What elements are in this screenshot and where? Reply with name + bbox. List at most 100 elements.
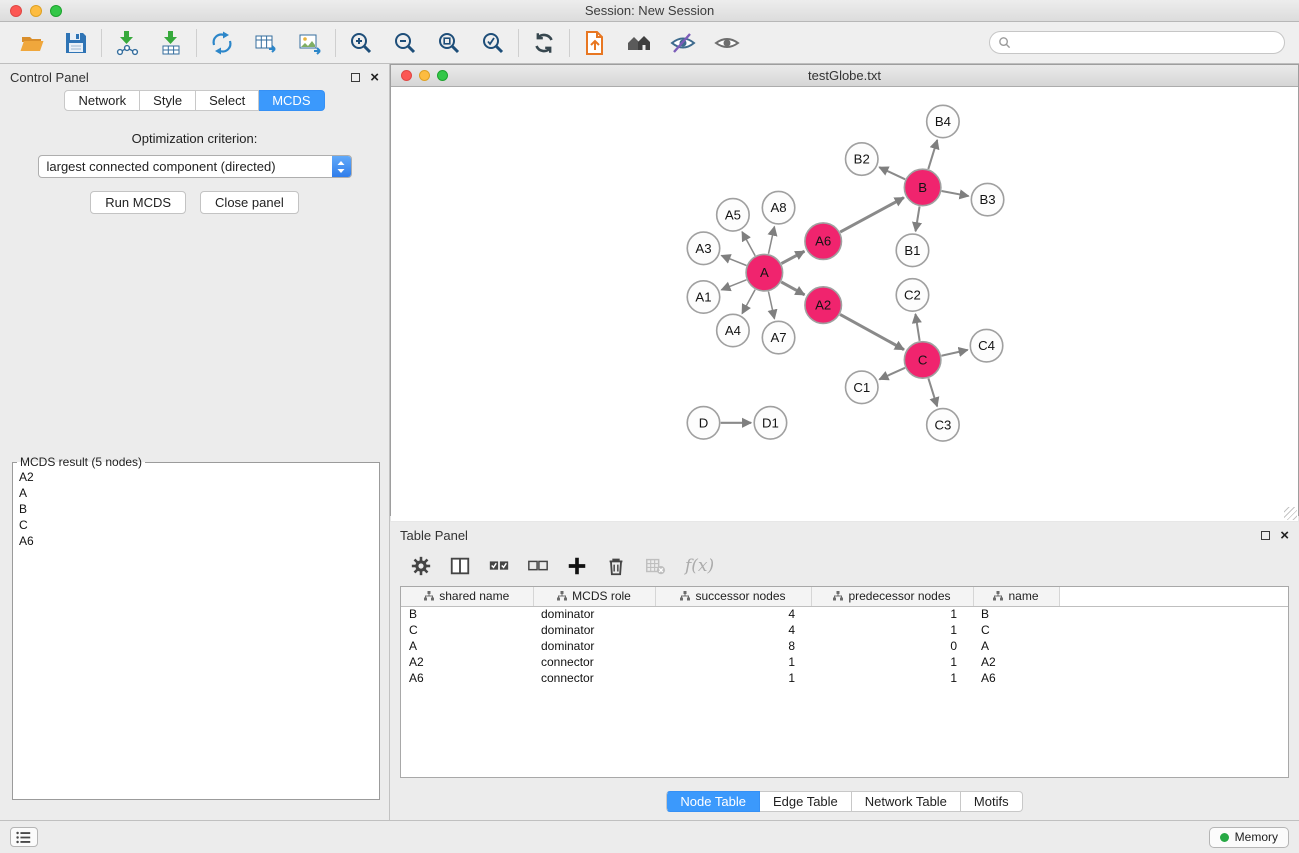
zoom-out-button[interactable] (383, 26, 427, 60)
resize-grip[interactable] (1284, 507, 1297, 520)
tab-motifs[interactable]: Motifs (961, 791, 1023, 812)
edge-A-A7[interactable] (768, 291, 774, 318)
tab-style[interactable]: Style (140, 90, 196, 111)
edge-B-B1[interactable] (916, 206, 920, 231)
node-B[interactable]: B (904, 169, 941, 206)
node-A5[interactable]: A5 (717, 199, 749, 231)
float-table-panel-icon[interactable] (1261, 531, 1270, 540)
table-row[interactable]: Cdominator41C (401, 622, 1288, 638)
table-row[interactable]: Bdominator41B (401, 606, 1288, 622)
node-B2[interactable]: B2 (846, 143, 878, 175)
node-A6[interactable]: A6 (805, 223, 842, 260)
node-B1[interactable]: B1 (896, 234, 928, 266)
mcds-result-item[interactable]: B (13, 501, 379, 517)
edge-A-A1[interactable] (721, 280, 746, 290)
edge-A-A2[interactable] (781, 282, 804, 295)
function-builder-button[interactable]: f(x) (681, 556, 714, 576)
select-all-button[interactable] (486, 553, 512, 579)
node-D1[interactable]: D1 (754, 407, 786, 439)
export-image-button[interactable] (288, 26, 332, 60)
graphics-details-button[interactable] (661, 26, 705, 60)
node-C[interactable]: C (904, 342, 941, 379)
edge-B-B4[interactable] (928, 140, 937, 169)
edge-C-C2[interactable] (915, 314, 919, 341)
edge-A6-B[interactable] (840, 198, 904, 232)
edge-A-A8[interactable] (768, 227, 774, 254)
save-session-button[interactable] (54, 26, 98, 60)
column-header[interactable]: successor nodes (655, 587, 811, 606)
mcds-result-item[interactable]: A (13, 485, 379, 501)
mcds-result-item[interactable]: A2 (13, 469, 379, 485)
mcds-result-item[interactable]: A6 (13, 533, 379, 549)
open-file-button[interactable] (10, 26, 54, 60)
table-row[interactable]: Adominator80A (401, 638, 1288, 654)
import-network-button[interactable] (105, 26, 149, 60)
table-row[interactable]: A2connector11A2 (401, 654, 1288, 670)
edge-A-A4[interactable] (742, 290, 755, 314)
node-B3[interactable]: B3 (971, 183, 1003, 215)
float-panel-icon[interactable] (351, 73, 360, 82)
zoom-selected-button[interactable] (471, 26, 515, 60)
mcds-result-item[interactable]: C (13, 517, 379, 533)
node-C2[interactable]: C2 (896, 279, 928, 311)
show-panels-button[interactable] (10, 827, 38, 847)
node-A1[interactable]: A1 (687, 281, 719, 313)
edge-A-A3[interactable] (721, 255, 746, 265)
close-window-button[interactable] (10, 5, 22, 17)
table-row[interactable]: A6connector11A6 (401, 670, 1288, 686)
node-A3[interactable]: A3 (687, 232, 719, 264)
network-close-button[interactable] (401, 70, 412, 81)
edge-A2-C[interactable] (840, 314, 904, 349)
column-header[interactable]: MCDS role (533, 587, 655, 606)
deselect-all-button[interactable] (525, 553, 551, 579)
edge-A-A6[interactable] (781, 251, 804, 263)
edge-B-B2[interactable] (879, 167, 905, 179)
node-B4[interactable]: B4 (927, 105, 959, 137)
memory-button[interactable]: Memory (1209, 827, 1289, 848)
export-network-button[interactable] (200, 26, 244, 60)
delete-column-button[interactable] (603, 553, 629, 579)
close-panel-button[interactable]: Close panel (200, 191, 299, 214)
node-D[interactable]: D (687, 407, 719, 439)
tab-mcds[interactable]: MCDS (259, 90, 324, 111)
tab-select[interactable]: Select (196, 90, 259, 111)
delete-table-button[interactable] (642, 553, 668, 579)
minimize-window-button[interactable] (30, 5, 42, 17)
edge-C-C1[interactable] (879, 368, 905, 380)
close-table-panel-icon[interactable]: × (1280, 531, 1289, 540)
edge-B-B3[interactable] (942, 191, 969, 196)
optimization-criterion-select[interactable]: largest connected component (directed) (38, 155, 352, 178)
show-columns-button[interactable] (447, 553, 473, 579)
tab-edge-table[interactable]: Edge Table (760, 791, 852, 812)
edge-C-C3[interactable] (928, 378, 937, 406)
node-A8[interactable]: A8 (762, 191, 794, 223)
column-header[interactable]: predecessor nodes (811, 587, 973, 606)
node-A4[interactable]: A4 (717, 314, 749, 346)
node-A2[interactable]: A2 (805, 287, 842, 324)
search-input[interactable] (1015, 36, 1276, 50)
network-graph[interactable]: ABCA2A6A1A3A4A5A7A8B1B2B3B4C1C2C3C4DD1 (391, 87, 1298, 521)
network-canvas[interactable]: ABCA2A6A1A3A4A5A7A8B1B2B3B4C1C2C3C4DD1 (391, 87, 1298, 521)
zoom-fit-button[interactable] (427, 26, 471, 60)
node-C3[interactable]: C3 (927, 409, 959, 441)
search-field[interactable] (989, 31, 1285, 54)
network-zoom-button[interactable] (437, 70, 448, 81)
zoom-window-button[interactable] (50, 5, 62, 17)
add-column-button[interactable] (564, 553, 590, 579)
run-mcds-button[interactable]: Run MCDS (90, 191, 186, 214)
column-header[interactable]: name (973, 587, 1059, 606)
network-minimize-button[interactable] (419, 70, 430, 81)
ndex-import-button[interactable] (573, 26, 617, 60)
zoom-in-button[interactable] (339, 26, 383, 60)
tab-network[interactable]: Network (64, 90, 140, 111)
node-A[interactable]: A (746, 254, 783, 291)
import-table-button[interactable] (149, 26, 193, 60)
show-hide-graphics-button[interactable] (705, 26, 749, 60)
column-header[interactable]: shared name (401, 587, 533, 606)
node-C1[interactable]: C1 (846, 371, 878, 403)
close-panel-icon[interactable]: × (370, 73, 379, 82)
table-settings-button[interactable] (408, 553, 434, 579)
tab-network-table[interactable]: Network Table (852, 791, 961, 812)
ndex-home-button[interactable] (617, 26, 661, 60)
edge-C-C4[interactable] (941, 350, 967, 356)
